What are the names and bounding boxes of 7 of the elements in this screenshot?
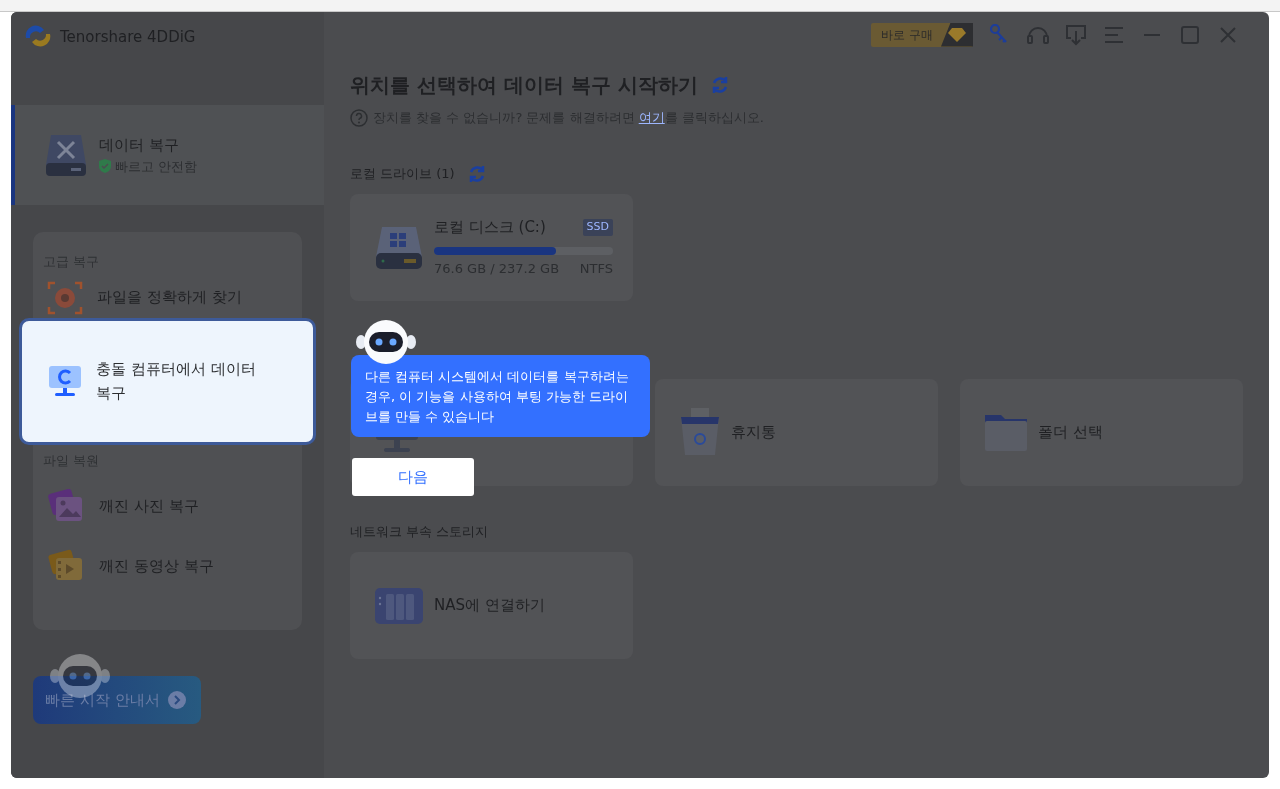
drive-type-tag: SSD: [582, 219, 613, 236]
buy-button[interactable]: 바로 구매: [871, 22, 973, 47]
quick-start-button[interactable]: 빠른 시작 안내서: [33, 676, 201, 724]
sidebar-item[interactable]: 충돌 컴퓨터에서 데이터 복구: [19, 317, 316, 445]
next-button[interactable]: 다음: [352, 458, 474, 496]
help-link[interactable]: 여기: [638, 110, 665, 125]
tour-tooltip: 다른 컴퓨터 시스템에서 데이터를 복구하려는 경우, 이 기능을 사용하여 부팅 가능한 드라이브를 만들 수 있습니다: [351, 355, 650, 438]
